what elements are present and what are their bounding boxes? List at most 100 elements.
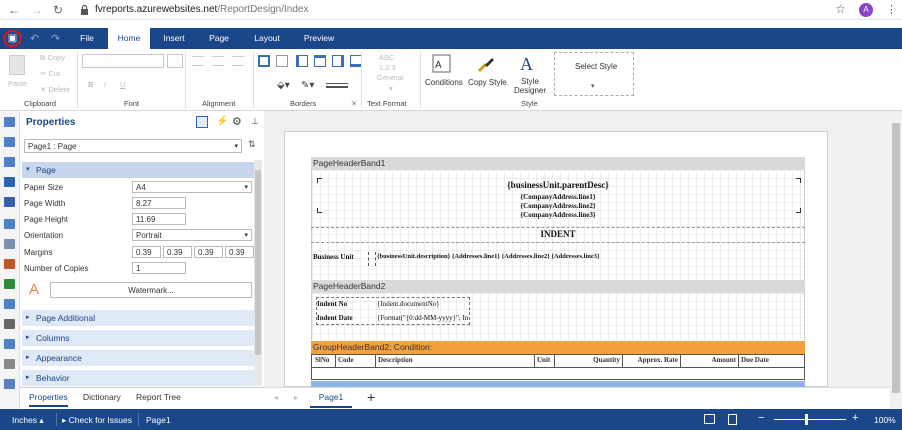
zoom-slider[interactable] [774, 419, 846, 420]
zoom-slider-handle[interactable] [805, 414, 808, 425]
parent-desc-text[interactable]: {businessUnit.parentDesc} [311, 180, 805, 190]
band-icon[interactable] [4, 117, 15, 127]
text-format-button[interactable]: General [377, 73, 404, 82]
zoom-in-button[interactable]: + [852, 412, 858, 424]
page-width-input[interactable]: 8.27 [132, 197, 186, 209]
conditions-button[interactable]: Conditions [425, 78, 463, 87]
column-header[interactable]: Quantity [555, 354, 623, 368]
gear-icon[interactable]: ⚙ [232, 115, 242, 128]
properties-scrollbar[interactable] [254, 160, 262, 386]
page-header-band-2[interactable]: PageHeaderBand2 [311, 280, 805, 293]
address-line3-text[interactable]: {CompanyAddress.line3} [311, 211, 805, 219]
reload-icon[interactable]: ↻ [53, 3, 63, 17]
events-icon[interactable]: ⚡ [216, 116, 228, 127]
tab-file[interactable]: File [68, 28, 106, 49]
component-icon[interactable] [4, 299, 15, 309]
orientation-select[interactable]: Portrait ▾ [132, 229, 252, 241]
column-header[interactable]: Amount [681, 354, 739, 368]
margin-top-input[interactable]: 0.39 [194, 246, 223, 258]
avatar[interactable]: A [859, 3, 873, 17]
group-header-band[interactable]: GroupHeaderBand2; Condition: [311, 341, 805, 354]
cut-button[interactable]: ✂ Cut [40, 69, 60, 78]
border-right-icon[interactable] [332, 55, 344, 67]
pin-icon[interactable]: ⊥ [251, 116, 259, 127]
band-icon[interactable] [4, 137, 15, 147]
font-size-select[interactable] [167, 54, 183, 68]
border-top-icon[interactable] [314, 55, 326, 67]
align-center-icon[interactable] [212, 56, 224, 66]
chevron-right-icon[interactable]: ▸ [294, 393, 298, 402]
text-format-dropdown-icon[interactable]: ▾ [389, 84, 393, 93]
units-dropdown[interactable]: Inches ▴ [12, 415, 44, 426]
zoom-out-button[interactable]: − [758, 412, 764, 424]
save-icon[interactable]: ▣ [3, 30, 22, 47]
fit-width-icon[interactable] [728, 414, 737, 425]
chevron-left-icon[interactable]: ◂ [274, 393, 278, 402]
band-icon[interactable] [4, 157, 15, 167]
page-header-band-1[interactable]: PageHeaderBand1 [311, 157, 805, 170]
address-line1-text[interactable]: {CompanyAddress.line1} [311, 193, 805, 201]
scroll-thumb[interactable] [255, 170, 261, 355]
undo-icon[interactable]: ↶ [30, 32, 39, 45]
column-header[interactable]: Unit [535, 354, 555, 368]
canvas-scrollbar[interactable] [890, 111, 902, 409]
component-icon[interactable] [4, 239, 15, 249]
category-page[interactable]: ▾ Page [22, 162, 254, 178]
border-none-icon[interactable] [276, 55, 288, 67]
component-icon[interactable] [4, 379, 15, 389]
tab-dictionary[interactable]: Dictionary [83, 392, 121, 402]
tab-layout[interactable]: Layout [245, 28, 289, 49]
tab-properties[interactable]: Properties [29, 392, 68, 407]
indent-title-text[interactable]: INDENT [311, 229, 805, 239]
browser-menu-icon[interactable]: ⋮ [886, 3, 897, 16]
sort-icon[interactable]: ⇅ [248, 139, 256, 150]
align-left-icon[interactable] [192, 56, 204, 66]
bold-button[interactable]: B [88, 80, 93, 89]
column-header[interactable]: Approx. Rate [623, 354, 681, 368]
copy-button[interactable]: ⧉ Copy [40, 53, 65, 63]
fill-color-icon[interactable]: ⬙▾ [277, 80, 290, 91]
tab-insert[interactable]: Insert [154, 28, 194, 49]
puzzle-icon[interactable] [4, 197, 15, 207]
align-right-icon[interactable] [232, 56, 244, 66]
tab-page1[interactable]: Page1 [310, 388, 352, 408]
border-color-icon[interactable]: ✎▾ [301, 80, 314, 91]
copies-input[interactable]: 1 [132, 262, 186, 274]
style-designer-line2[interactable]: Designer [514, 86, 546, 95]
column-header[interactable]: Code [336, 354, 376, 368]
component-icon[interactable] [4, 219, 15, 229]
paste-button[interactable]: Paste [8, 79, 27, 88]
address-bar[interactable]: fvreports.azurewebsites.net/ReportDesign… [95, 4, 308, 15]
properties-view-icon[interactable] [196, 116, 208, 128]
back-icon[interactable]: ← [8, 3, 20, 17]
fit-page-icon[interactable] [704, 414, 715, 424]
image-icon[interactable] [4, 259, 15, 269]
forward-icon[interactable]: → [31, 3, 43, 17]
add-page-icon[interactable]: + [367, 389, 375, 405]
address-line2-text[interactable]: {CompanyAddress.line2} [311, 202, 805, 210]
font-name-select[interactable] [82, 54, 164, 68]
column-header[interactable]: Due Date [739, 354, 805, 368]
redo-icon[interactable]: ↷ [51, 32, 60, 45]
copy-style-button[interactable]: Copy Style [468, 78, 507, 87]
page-height-input[interactable]: 11.69 [132, 213, 186, 225]
margin-bottom-input[interactable]: 0.39 [225, 246, 254, 258]
component-selector[interactable]: Page1 : Page ▾ [24, 139, 242, 153]
component-icon[interactable] [4, 339, 15, 349]
paper-size-select[interactable]: A4 ▾ [132, 181, 252, 193]
scroll-thumb[interactable] [892, 123, 900, 393]
margin-right-input[interactable]: 0.39 [163, 246, 192, 258]
column-header[interactable]: Description [376, 354, 535, 368]
chart-icon[interactable] [4, 279, 15, 289]
business-unit-label[interactable]: Business Unit [313, 253, 354, 261]
border-all-icon[interactable] [258, 55, 270, 67]
border-style-icon[interactable] [326, 83, 348, 88]
check-issues-button[interactable]: ▸ Check for Issues [62, 415, 132, 426]
category-appearance[interactable]: ▸ Appearance [22, 350, 254, 366]
data-row[interactable] [311, 368, 805, 380]
border-left-icon[interactable] [296, 55, 308, 67]
category-page-additional[interactable]: ▸ Page Additional [22, 310, 254, 326]
underline-button[interactable]: U [120, 80, 125, 89]
delete-button[interactable]: ✕ Delete [40, 85, 70, 94]
tab-page[interactable]: Page [198, 28, 240, 49]
